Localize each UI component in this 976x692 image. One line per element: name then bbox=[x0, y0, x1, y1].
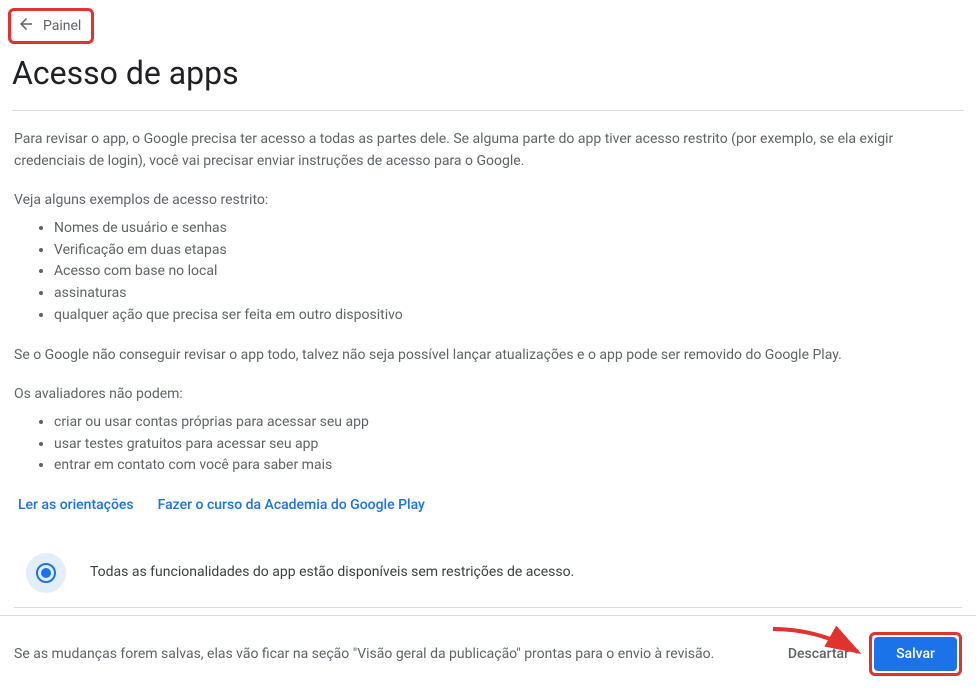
radio-label: Todas as funcionalidades do app estão di… bbox=[90, 562, 574, 584]
list-item: Nomes de usuário e senhas bbox=[54, 218, 962, 240]
academy-course-link[interactable]: Fazer o curso da Academia do Google Play bbox=[158, 495, 425, 517]
back-link-label: Painel bbox=[43, 18, 81, 34]
list-item: Verificação em duas etapas bbox=[54, 240, 962, 262]
list-item: criar ou usar contas próprias para acess… bbox=[54, 412, 962, 434]
save-button-highlight: Salvar bbox=[869, 632, 962, 676]
reviewers-heading: Os avaliadores não podem: bbox=[14, 384, 962, 406]
radio-option-all-available[interactable]: Todas as funcionalidades do app estão di… bbox=[14, 539, 962, 607]
page-title: Acesso de apps bbox=[12, 54, 976, 92]
help-links-row: Ler as orientações Fazer o curso da Acad… bbox=[18, 495, 962, 517]
list-item: assinaturas bbox=[54, 283, 962, 305]
examples-list: Nomes de usuário e senhas Verificação em… bbox=[14, 218, 962, 326]
warning-paragraph: Se o Google não conseguir revisar o app … bbox=[14, 345, 962, 367]
footer-bar: Se as mudanças forem salvas, elas vão fi… bbox=[0, 615, 976, 692]
list-item: usar testes gratuitos para acessar seu a… bbox=[54, 434, 962, 456]
main-content: Para revisar o app, o Google precisa ter… bbox=[0, 111, 976, 676]
list-item: Acesso com base no local bbox=[54, 261, 962, 283]
discard-button[interactable]: Descartar bbox=[774, 638, 863, 670]
examples-heading: Veja alguns exemplos de acesso restrito: bbox=[14, 190, 962, 212]
reviewers-cannot-list: criar ou usar contas próprias para acess… bbox=[14, 412, 962, 477]
intro-paragraph: Para revisar o app, o Google precisa ter… bbox=[14, 129, 962, 172]
footer-message: Se as mudanças forem salvas, elas vão fi… bbox=[14, 646, 774, 662]
radio-button-icon bbox=[26, 553, 66, 593]
save-button[interactable]: Salvar bbox=[874, 637, 957, 671]
list-item: entrar em contato com você para saber ma… bbox=[54, 455, 962, 477]
read-guidelines-link[interactable]: Ler as orientações bbox=[18, 495, 134, 517]
back-to-dashboard-link[interactable]: Painel bbox=[8, 8, 94, 44]
list-item: qualquer ação que precisa ser feita em o… bbox=[54, 305, 962, 327]
arrow-left-icon bbox=[17, 15, 35, 37]
